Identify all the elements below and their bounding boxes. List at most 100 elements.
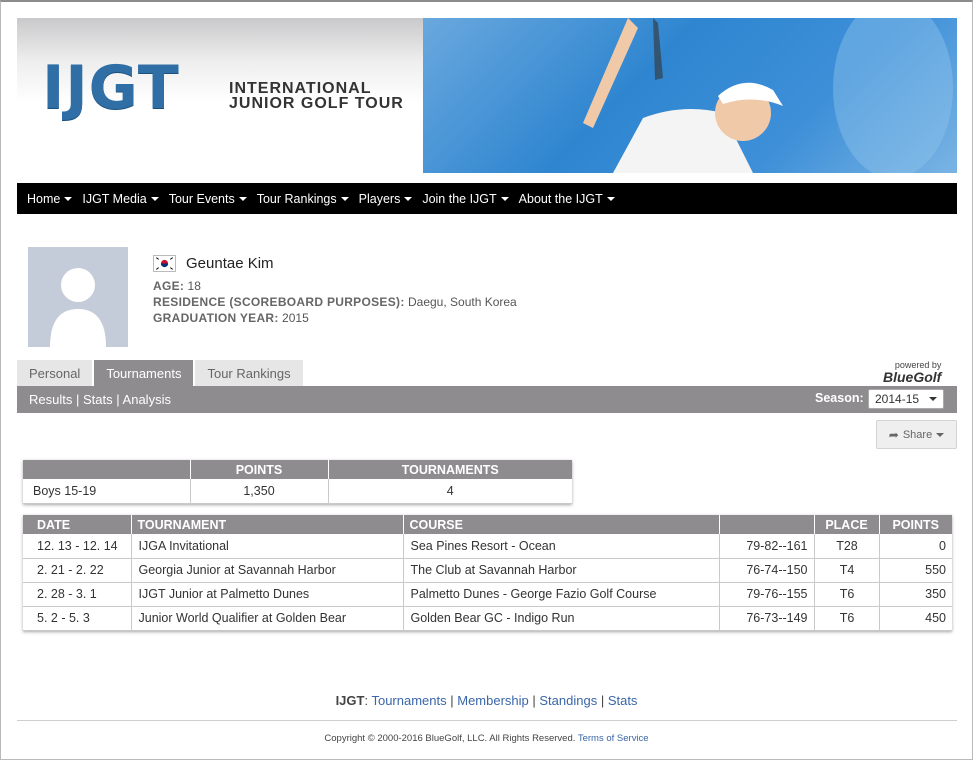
nav-players-label: Players [358,191,401,206]
cell-scores: 76-74--150 [719,558,815,583]
residence-value: Daegu, South Korea [407,295,517,309]
tab-personal[interactable]: Personal [17,360,93,386]
share-label: Share [902,428,933,441]
cell-date: 5. 2 - 5. 3 [23,606,132,631]
caret-down-icon [150,196,159,201]
main-nav: Home IJGT Media Tour Events Tour Ranking… [17,183,957,214]
cell-points: 0 [879,534,952,559]
separator: | [75,392,80,407]
header-place: PLACE [814,515,880,534]
footer-link-standings[interactable]: Standings [539,693,597,708]
nav-tour-rankings-label: Tour Rankings [256,191,337,206]
sub-nav-stats[interactable]: Stats [83,392,113,407]
footer-link-tournaments[interactable]: Tournaments [371,693,446,708]
cell-tournament[interactable]: Junior World Qualifier at Golden Bear [131,606,404,631]
player-age: AGE: 18 [153,279,201,293]
nav-join-label: Join the IJGT [422,191,497,206]
caret-down-icon [404,196,413,201]
cell-course: Sea Pines Resort - Ocean [403,534,720,559]
nav-home[interactable]: Home [22,192,77,206]
nav-tour-events-label: Tour Events [168,191,235,206]
profile-tabs: Personal Tournaments Tour Rankings [17,360,305,386]
sub-nav-analysis[interactable]: Analysis [123,392,171,407]
share-button[interactable]: ➦ Share [876,420,957,449]
footer-link-stats[interactable]: Stats [608,693,638,708]
nav-home-label: Home [27,191,61,206]
caret-down-icon [500,196,509,201]
summary-header-tournaments: TOURNAMENTS [328,460,572,479]
header-date: DATE [23,515,132,534]
user-silhouette-icon [50,268,106,347]
cell-tournament[interactable]: IJGT Junior at Palmetto Dunes [131,582,404,607]
header-banner-image [423,18,957,173]
caret-down-icon [929,397,937,401]
cell-tournament[interactable]: Georgia Junior at Savannah Harbor [131,558,404,583]
cell-tournament[interactable]: IJGA Invitational [131,534,404,559]
footer-link-membership[interactable]: Membership [457,693,529,708]
results-table: DATE TOURNAMENT COURSE PLACE POINTS 12. … [23,515,952,631]
site-header: IJGT INTERNATIONAL JUNIOR GOLF TOUR [17,18,957,173]
cell-date: 2. 28 - 3. 1 [23,582,132,607]
age-value: 18 [187,279,201,293]
cell-points: 350 [879,582,952,607]
site-logo-text: INTERNATIONAL JUNIOR GOLF TOUR [229,80,404,112]
nav-ijgt-media[interactable]: IJGT Media [77,192,163,206]
table-row: Boys 15-19 1,350 4 [23,479,572,504]
sub-nav-results[interactable]: Results [29,392,72,407]
header-tournament: TOURNAMENT [131,515,404,534]
summary-tournaments: 4 [328,479,572,504]
cell-scores: 79-82--161 [719,534,815,559]
table-row[interactable]: 2. 28 - 3. 1 IJGT Junior at Palmetto Dun… [23,582,952,607]
nav-about[interactable]: About the IJGT [514,192,620,206]
copyright-text: Copyright © 2000-2016 BlueGolf, LLC. All… [324,733,576,744]
table-row[interactable]: 2. 21 - 2. 22 Georgia Junior at Savannah… [23,558,952,583]
table-row[interactable]: 5. 2 - 5. 3 Junior World Qualifier at Go… [23,606,952,631]
logo-line-2: JUNIOR GOLF TOUR [229,95,404,112]
graduation-value: 2015 [282,311,309,325]
avatar [28,247,128,347]
bluegolf-logo: BlueGolf [883,369,942,385]
summary-header-division [23,460,191,479]
age-label: AGE: [153,279,185,293]
summary-division: Boys 15-19 [23,479,191,504]
season-label: Season: [815,391,864,405]
caret-down-icon [606,196,615,201]
cell-date: 12. 13 - 12. 14 [23,534,132,559]
sub-nav-links: Results | Stats | Analysis [29,392,171,407]
season-select[interactable]: 2014-15 [868,389,944,409]
nav-ijgt-media-label: IJGT Media [82,191,147,206]
cell-date: 2. 21 - 2. 22 [23,558,132,583]
header-course: COURSE [403,515,720,534]
cell-course: Palmetto Dunes - George Fazio Golf Cours… [403,582,720,607]
golfer-photo [583,18,953,173]
nav-tour-events[interactable]: Tour Events [164,192,252,206]
cell-scores: 76-73--149 [719,606,815,631]
terms-of-service-link[interactable]: Terms of Service [578,733,649,744]
nav-players[interactable]: Players [354,192,418,206]
logo-line-1: INTERNATIONAL [229,80,372,97]
caret-down-icon [340,196,349,201]
caret-down-icon [936,432,945,437]
nav-tour-rankings[interactable]: Tour Rankings [252,192,354,206]
site-logo[interactable]: IJGT [42,58,180,118]
player-graduation: GRADUATION YEAR: 2015 [153,311,309,325]
footer-divider [17,720,957,721]
cell-place: T4 [814,558,880,583]
share-icon: ➦ [888,427,899,442]
powered-by-bluegolf[interactable]: powered by BlueGolf [883,361,942,385]
footer-brand: IJGT [335,693,365,708]
summary-points: 1,350 [190,479,329,504]
tab-tour-rankings[interactable]: Tour Rankings [195,360,303,386]
summary-table: POINTS TOURNAMENTS Boys 15-19 1,350 4 [23,460,572,504]
player-residence: RESIDENCE (SCOREBOARD PURPOSES): Daegu, … [153,295,517,309]
nav-join[interactable]: Join the IJGT [417,192,513,206]
footer-links: IJGT: Tournaments | Membership | Standin… [335,693,638,708]
table-row[interactable]: 12. 13 - 12. 14 IJGA Invitational Sea Pi… [23,534,952,559]
copyright: Copyright © 2000-2016 BlueGolf, LLC. All… [0,733,973,744]
tab-tournaments[interactable]: Tournaments [94,360,194,386]
summary-header-row: POINTS TOURNAMENTS [23,460,572,479]
season-value: 2014-15 [875,392,920,406]
nav-about-label: About the IJGT [518,191,603,206]
cell-place: T6 [814,582,880,607]
summary-header-points: POINTS [190,460,329,479]
